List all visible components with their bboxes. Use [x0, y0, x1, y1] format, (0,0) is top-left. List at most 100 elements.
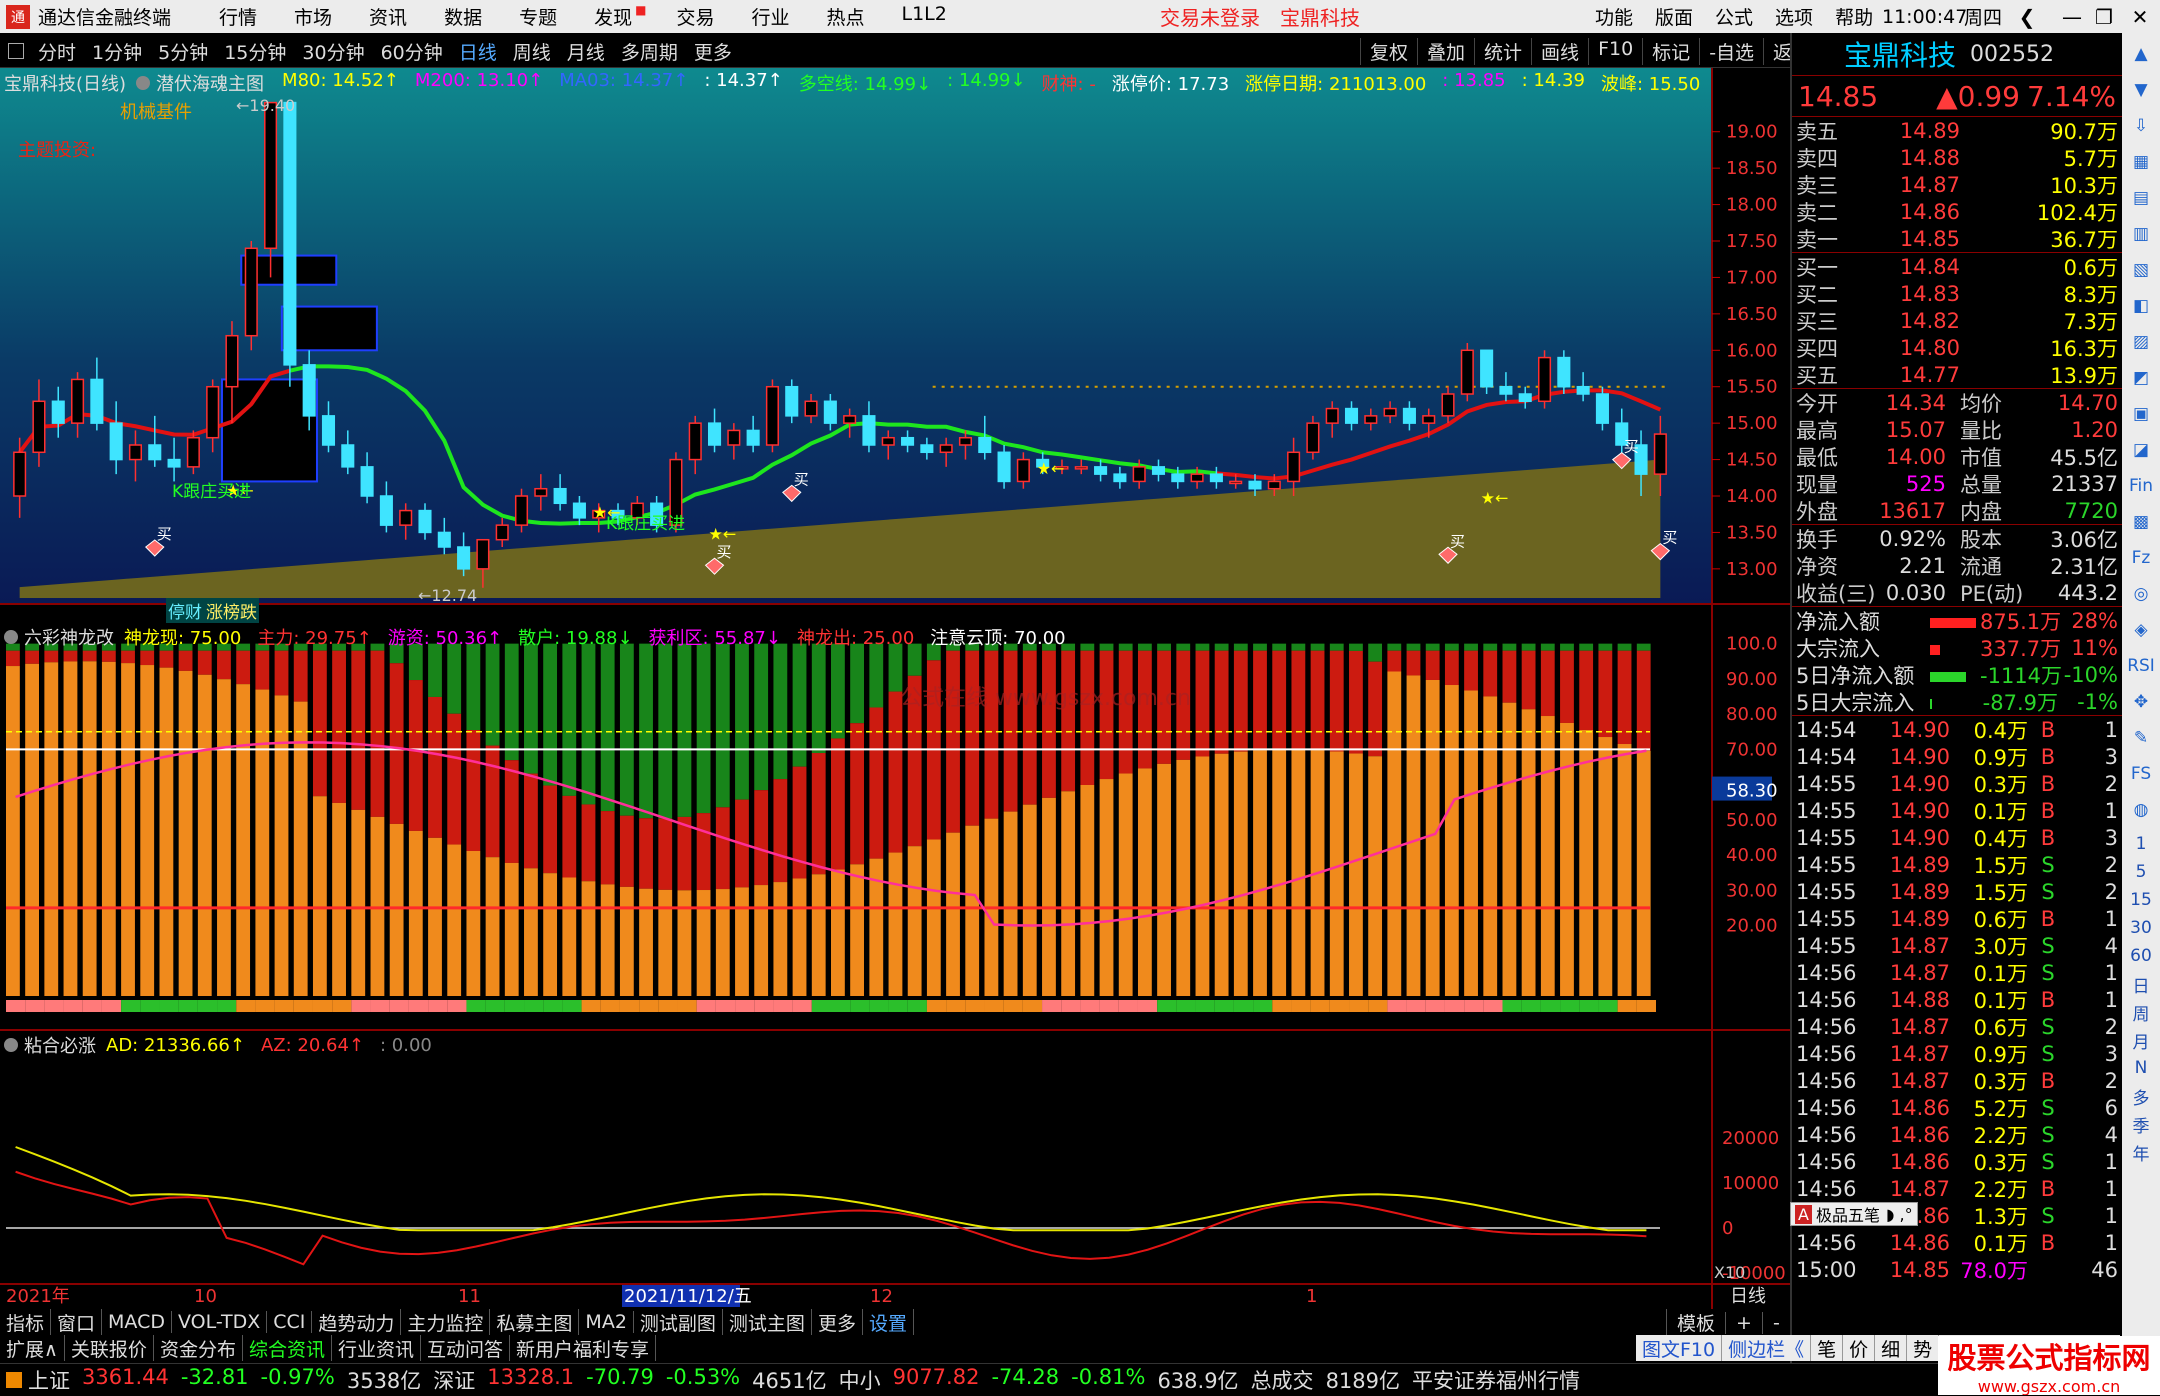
info-tab[interactable]: 关联报价: [65, 1335, 154, 1361]
toolbar-button[interactable]: 标记: [1642, 37, 1699, 65]
book-row[interactable]: 买四 14.80 16.3万: [1792, 334, 2122, 361]
sidebar-period[interactable]: 周: [2126, 999, 2156, 1025]
book-row[interactable]: 买三 14.82 7.3万: [1792, 307, 2122, 334]
template-tab[interactable]: -: [1761, 1311, 1790, 1334]
menu-item[interactable]: 版面: [1655, 3, 1693, 30]
period-tab[interactable]: 月线: [559, 38, 613, 65]
menu-item[interactable]: L1L2: [902, 3, 947, 30]
info-tab[interactable]: 行业资讯: [332, 1335, 421, 1361]
book-row[interactable]: 卖二 14.86 102.4万: [1792, 198, 2122, 225]
menu-item[interactable]: 选项: [1775, 3, 1813, 30]
book-row[interactable]: 卖四 14.88 5.7万: [1792, 144, 2122, 171]
chart-area[interactable]: 买买买买买买★←★←★←★←★← 100.090.0080.0070.0058.…: [0, 68, 1790, 1311]
period-tab[interactable]: 日线: [451, 38, 505, 65]
sidebar-tool-icon[interactable]: ▦: [2126, 147, 2156, 177]
book-row[interactable]: 卖三 14.87 10.3万: [1792, 171, 2122, 198]
indicator-tab[interactable]: MA2: [579, 1311, 634, 1333]
sidebar-tool-icon[interactable]: ▤: [2126, 183, 2156, 213]
login-status[interactable]: 交易未登录: [1160, 2, 1260, 31]
menu-item[interactable]: 专题: [519, 3, 557, 30]
info-tab[interactable]: 新用户福利专享: [510, 1335, 657, 1361]
indicator-tab[interactable]: 私募主图: [490, 1309, 580, 1335]
formula-name[interactable]: 潜伏海魂主图: [156, 70, 264, 96]
ime-moon-icon[interactable]: ◗ ,°: [1886, 1205, 1913, 1224]
sidebar-tool-icon[interactable]: ▨: [2126, 327, 2156, 357]
info-tab[interactable]: 互动问答: [421, 1335, 510, 1361]
book-row[interactable]: 卖五 14.89 90.7万: [1792, 117, 2122, 144]
menu-item[interactable]: 行业: [751, 3, 789, 30]
formula-dropdown-icon[interactable]: [136, 76, 151, 90]
sidebar-tool-icon[interactable]: Fin: [2126, 471, 2156, 501]
indicator-tab[interactable]: 测试主图: [723, 1309, 812, 1335]
sidebar-tool-icon[interactable]: ◩: [2126, 363, 2156, 393]
menu-item[interactable]: 交易: [676, 3, 714, 30]
period-tab[interactable]: 15分钟: [216, 38, 294, 65]
info-tab[interactable]: 综合资讯: [243, 1335, 332, 1361]
period-tab[interactable]: 分时: [30, 38, 84, 65]
book-row[interactable]: 买一 14.84 0.6万: [1792, 253, 2122, 280]
indicator-tab[interactable]: 主力监控: [401, 1309, 491, 1335]
sidebar-period[interactable]: 1: [2126, 831, 2156, 857]
sidebar-tool-icon[interactable]: ▥: [2126, 219, 2156, 249]
tick-list[interactable]: 14:54 14.90 0.4万 B 1 14:54 14.90 0.9万 B 3 14:55 14.…: [1792, 716, 2122, 1283]
indicator-tab[interactable]: 趋势动力: [312, 1309, 402, 1335]
back-icon[interactable]: ❮: [2005, 0, 2049, 33]
sidebar-tool-icon[interactable]: ▣: [2126, 399, 2156, 429]
sidebar-period[interactable]: 日: [2126, 971, 2156, 997]
right-bottom-tab[interactable]: 图文F10: [1636, 1335, 1723, 1361]
period-tab[interactable]: 多周期: [613, 38, 686, 65]
sidebar-period[interactable]: 年: [2126, 1139, 2156, 1165]
toolbar-button[interactable]: F10: [1588, 37, 1642, 65]
indicator-tab[interactable]: 设置: [863, 1309, 914, 1335]
menu-item[interactable]: 热点: [826, 3, 864, 30]
sidebar-tool-icon[interactable]: RSI: [2126, 651, 2156, 681]
toolbar-button[interactable]: -自选: [1699, 37, 1763, 65]
toolbar-button[interactable]: 统计: [1474, 37, 1531, 65]
sidebar-period[interactable]: 多: [2126, 1083, 2156, 1109]
book-row[interactable]: 买五 14.77 13.9万: [1792, 361, 2122, 388]
sidebar-tool-icon[interactable]: ◎: [2126, 579, 2156, 609]
indicator-tab[interactable]: 更多: [812, 1309, 863, 1335]
toolbar-button[interactable]: 叠加: [1417, 37, 1474, 65]
info-tab[interactable]: 扩展∧: [0, 1335, 65, 1361]
ime-popup[interactable]: A 极品五笔 ◗ ,°: [1790, 1202, 1918, 1226]
sidebar-tool-icon[interactable]: Fz: [2126, 543, 2156, 573]
sidebar-tool-icon[interactable]: ✥: [2126, 687, 2156, 717]
indicator-tab[interactable]: 指标: [0, 1309, 52, 1335]
right-bottom-tab[interactable]: 价: [1843, 1335, 1876, 1361]
sidebar-tool-icon[interactable]: ✎: [2126, 723, 2156, 753]
sidebar-tool-icon[interactable]: ◪: [2126, 435, 2156, 465]
sidebar-period[interactable]: 月: [2126, 1027, 2156, 1053]
sidebar-tool-icon[interactable]: ▼: [2126, 75, 2156, 105]
sidebar-tool-icon[interactable]: ▧: [2126, 255, 2156, 285]
menu-item[interactable]: 数据: [444, 3, 482, 30]
period-tab[interactable]: 5分钟: [150, 38, 216, 65]
right-bottom-tab[interactable]: 侧边栏《: [1722, 1335, 1812, 1361]
sidebar-period[interactable]: 5: [2126, 859, 2156, 885]
close-icon[interactable]: ✕: [2118, 0, 2160, 33]
period-tab[interactable]: 1分钟: [84, 38, 150, 65]
sidebar-tool-icon[interactable]: FS: [2126, 759, 2156, 789]
indicator-tab[interactable]: CCI: [267, 1311, 313, 1333]
sidebar-tool-icon[interactable]: ◧: [2126, 291, 2156, 321]
menu-item[interactable]: 功能: [1595, 3, 1633, 30]
menu-item[interactable]: 发现: [594, 3, 632, 30]
sidebar-period[interactable]: 60: [2126, 943, 2156, 969]
osc1-name[interactable]: 六彩神龙改: [24, 624, 114, 650]
period-tab[interactable]: 周线: [505, 38, 559, 65]
sidebar-tool-icon[interactable]: ⇩: [2126, 111, 2156, 141]
menu-item[interactable]: 帮助: [1835, 3, 1873, 30]
osc1-dropdown-icon[interactable]: [4, 630, 18, 644]
indicator-tab[interactable]: MACD: [102, 1311, 172, 1333]
indicator-tab[interactable]: VOL-TDX: [172, 1311, 268, 1333]
book-row[interactable]: 买二 14.83 8.3万: [1792, 280, 2122, 307]
osc2-name[interactable]: 粘合必涨: [24, 1032, 96, 1058]
menu-item[interactable]: 公式: [1715, 3, 1753, 30]
period-tab[interactable]: 60分钟: [373, 38, 451, 65]
book-row[interactable]: 卖一 14.85 36.7万: [1792, 225, 2122, 252]
sidebar-period[interactable]: 15: [2126, 887, 2156, 913]
menu-item[interactable]: 资讯: [369, 3, 407, 30]
menu-item[interactable]: 市场: [294, 3, 332, 30]
osc2-dropdown-icon[interactable]: [4, 1038, 18, 1052]
template-tab[interactable]: +: [1725, 1311, 1762, 1334]
